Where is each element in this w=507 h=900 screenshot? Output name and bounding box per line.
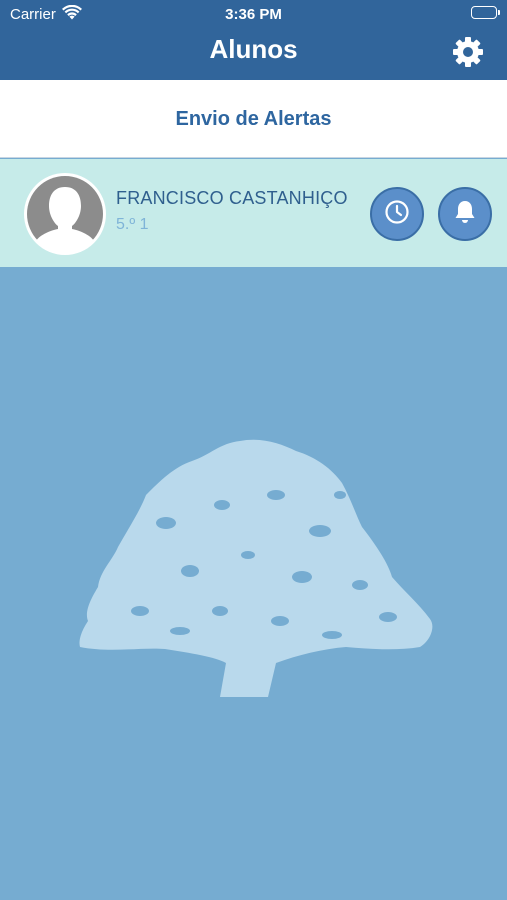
clock-icon	[384, 199, 410, 230]
student-class: 5.º 1	[116, 216, 149, 233]
student-name: FRANCISCO CASTANHIÇO	[116, 188, 348, 208]
navigation-bar: Carrier 3:36 PM Alunos	[0, 0, 507, 80]
send-alerts-button[interactable]: Envio de Alertas	[0, 80, 507, 158]
alerts-section: Envio de Alertas	[0, 80, 507, 158]
alert-button[interactable]	[438, 187, 492, 241]
student-row[interactable]: FRANCISCO CASTANHIÇO 5.º 1	[0, 159, 507, 267]
gear-icon[interactable]	[452, 36, 484, 68]
page-title: Alunos	[209, 34, 298, 64]
battery-icon	[471, 6, 500, 19]
schedule-button[interactable]	[370, 187, 424, 241]
person-avatar-icon	[24, 173, 106, 255]
tree-icon	[70, 435, 440, 700]
status-bar: Carrier 3:36 PM	[0, 0, 507, 28]
status-time: 3:36 PM	[225, 6, 282, 23]
bell-icon	[453, 199, 477, 230]
